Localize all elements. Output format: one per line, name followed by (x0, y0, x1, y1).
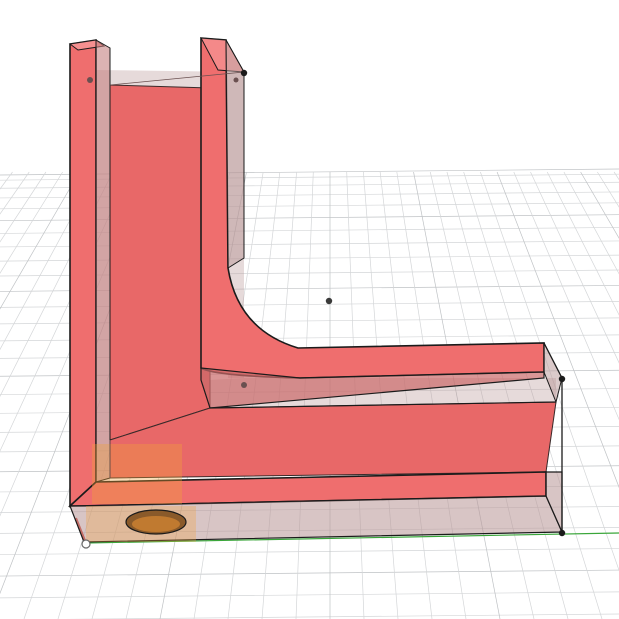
grid-line (613, 171, 619, 181)
vertex-point-icon[interactable] (240, 69, 248, 77)
grid-line (0, 591, 619, 599)
bottom-hole-inner (132, 516, 180, 532)
grid-line (0, 548, 619, 555)
grid-line (0, 171, 63, 274)
grid-line (0, 171, 80, 310)
left-wall-side[interactable] (95, 39, 111, 483)
vertex-point-icon[interactable] (241, 382, 247, 388)
grid-line (563, 171, 619, 275)
vertex-point-icon[interactable] (87, 77, 93, 83)
grid-line (580, 171, 619, 239)
grid-line (0, 171, 30, 215)
grid-line (0, 171, 47, 243)
channel-floor-vertical[interactable] (109, 84, 211, 441)
vertex-point-icon[interactable] (233, 77, 239, 83)
vertex-point-icon[interactable] (558, 375, 566, 383)
3d-viewport[interactable] (0, 0, 619, 619)
sketch-point-icon[interactable] (325, 297, 333, 305)
grid-line (0, 569, 619, 577)
l-channel-body[interactable] (67, 37, 563, 543)
origin-point-icon[interactable] (81, 539, 91, 549)
inner-wall-outline (200, 37, 545, 379)
corner-selection-face[interactable] (92, 444, 182, 504)
vertex-point-icon[interactable] (558, 529, 566, 537)
left-wall-face[interactable] (69, 39, 97, 508)
model-canvas[interactable] (0, 0, 619, 619)
